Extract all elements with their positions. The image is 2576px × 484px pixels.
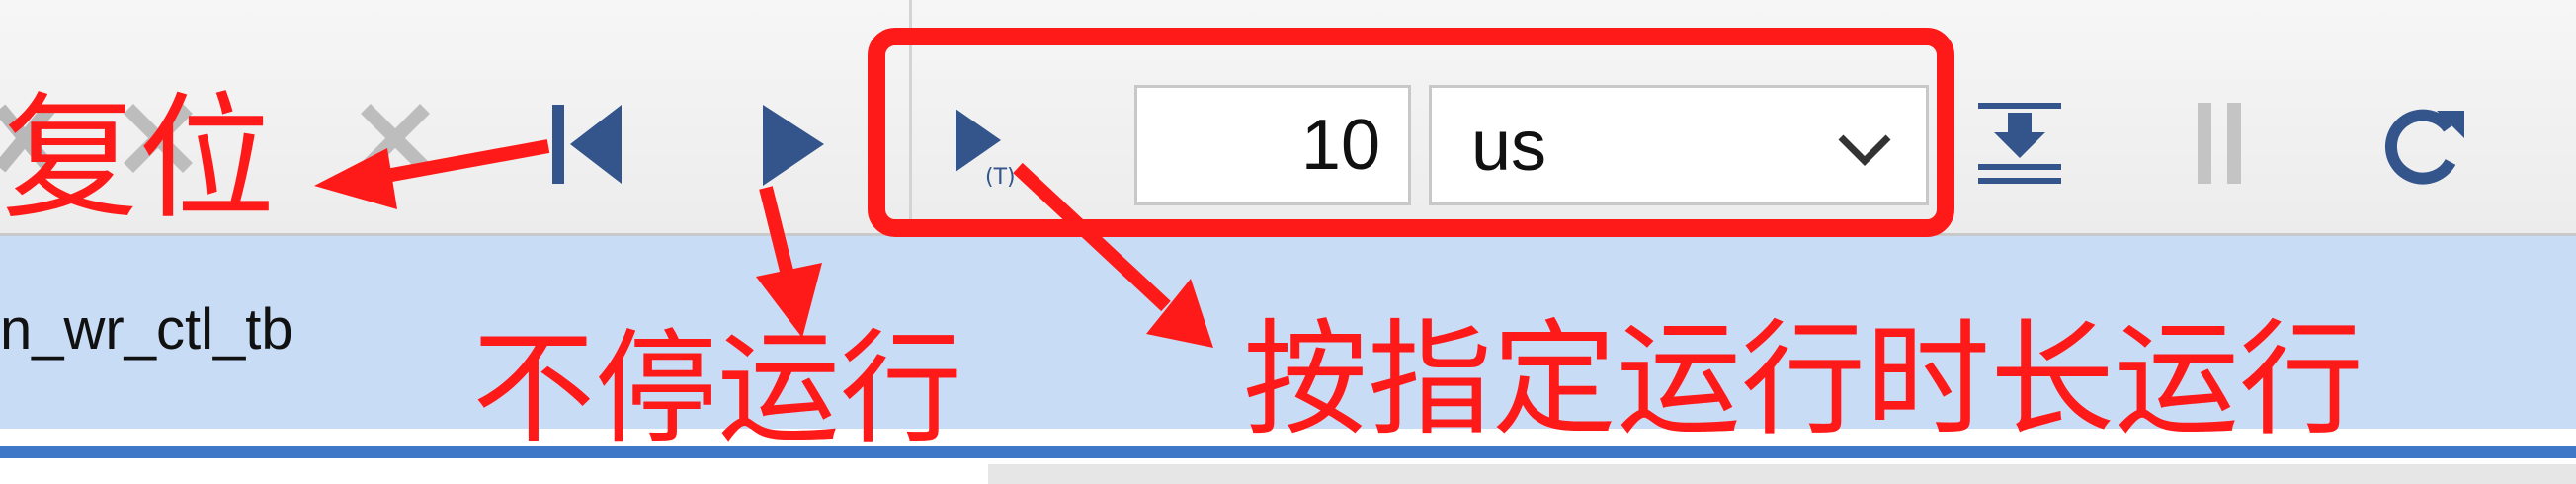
- reset-arrow: [374, 139, 550, 185]
- annotation-run-for: 按指定运行时长运行: [1243, 307, 2364, 452]
- annotation-run-all: 不停运行: [472, 318, 963, 460]
- annotation-reset: 复位: [2, 79, 276, 238]
- reset-arrowhead: [314, 148, 397, 209]
- run-for-arrow: [1013, 162, 1171, 312]
